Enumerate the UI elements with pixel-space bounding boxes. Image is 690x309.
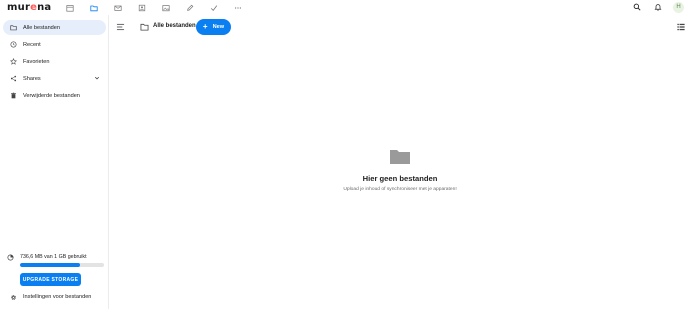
list-view-icon[interactable] [677,23,685,31]
clock-icon [9,41,17,49]
logo-text-accent: e [30,2,38,13]
new-button[interactable]: + New [196,19,231,35]
sidebar-item-all-files[interactable]: Alle bestanden [3,20,106,35]
sidebar-item-label: Shares [23,75,41,82]
sidebar-item-label: Alle bestanden [23,24,61,31]
chevron-down-icon[interactable] [94,75,100,81]
bell-icon[interactable] [652,1,664,13]
new-button-label: New [212,24,225,30]
storage-quota[interactable]: 736,6 MB van 1 GB gebruikt [6,253,104,267]
sidebar-item-shares[interactable]: Shares [3,71,106,86]
folder-icon [140,23,149,31]
empty-folder-icon [390,150,410,164]
calendar-icon[interactable] [58,2,82,13]
logo-text-start: mur [7,2,31,13]
notes-icon[interactable] [178,2,202,13]
sidebar-item-recent[interactable]: Recent [3,37,106,52]
upgrade-storage-button[interactable]: UPGRADE STORAGE [20,273,81,286]
empty-state-title: Hier geen bestanden [362,174,438,183]
top-header: murena H [0,0,690,15]
sidebar-item-label: Verwijderde bestanden [23,92,80,99]
sidebar-item-favorites[interactable]: Favorieten [3,54,106,69]
sidebar-item-label: Favorieten [23,58,50,65]
sidebar: Alle bestanden Recent Favorieten Shares [0,15,109,309]
gear-icon [9,293,17,301]
photos-icon[interactable] [154,2,178,13]
empty-state-subtitle: Upload je inhoud of synchroniseer met je… [343,187,457,192]
tasks-icon[interactable] [202,2,226,13]
header-actions: H [631,1,684,13]
trash-icon [9,92,17,100]
storage-usage-text: 736,6 MB van 1 GB gebruikt [20,254,87,260]
files-toolbar: Alle bestanden + New [110,18,690,35]
sidebar-item-label: Recent [23,41,41,48]
pie-chart-icon [6,253,14,261]
share-icon [9,75,17,83]
storage-progress-bar [20,263,104,267]
empty-state: Hier geen bestanden Upload je inhoud of … [110,148,690,192]
murena-logo[interactable]: murena [7,2,51,13]
files-app: murena H Alle bestanden Recent Favoriete… [0,0,690,309]
storage-progress-fill [20,263,81,267]
main-content: Alle bestanden + New Hier geen bestanden… [110,15,690,309]
more-icon[interactable] [226,2,250,13]
app-switcher [58,2,250,13]
mail-icon[interactable] [106,2,130,13]
logo-text-end: na [37,2,52,13]
folder-icon[interactable] [82,2,106,13]
sidebar-item-deleted-files[interactable]: Verwijderde bestanden [3,88,106,103]
breadcrumb[interactable]: Alle bestanden [153,23,196,29]
contacts-icon[interactable] [130,2,154,13]
menu-toggle-icon[interactable] [116,23,125,31]
plus-icon: + [202,22,208,31]
search-icon[interactable] [631,1,643,13]
files-settings-button[interactable]: Instellingen voor bestanden [3,290,91,304]
settings-label: Instellingen voor bestanden [23,294,92,300]
star-icon [9,58,17,66]
folder-icon [9,24,17,32]
avatar[interactable]: H [673,1,684,13]
